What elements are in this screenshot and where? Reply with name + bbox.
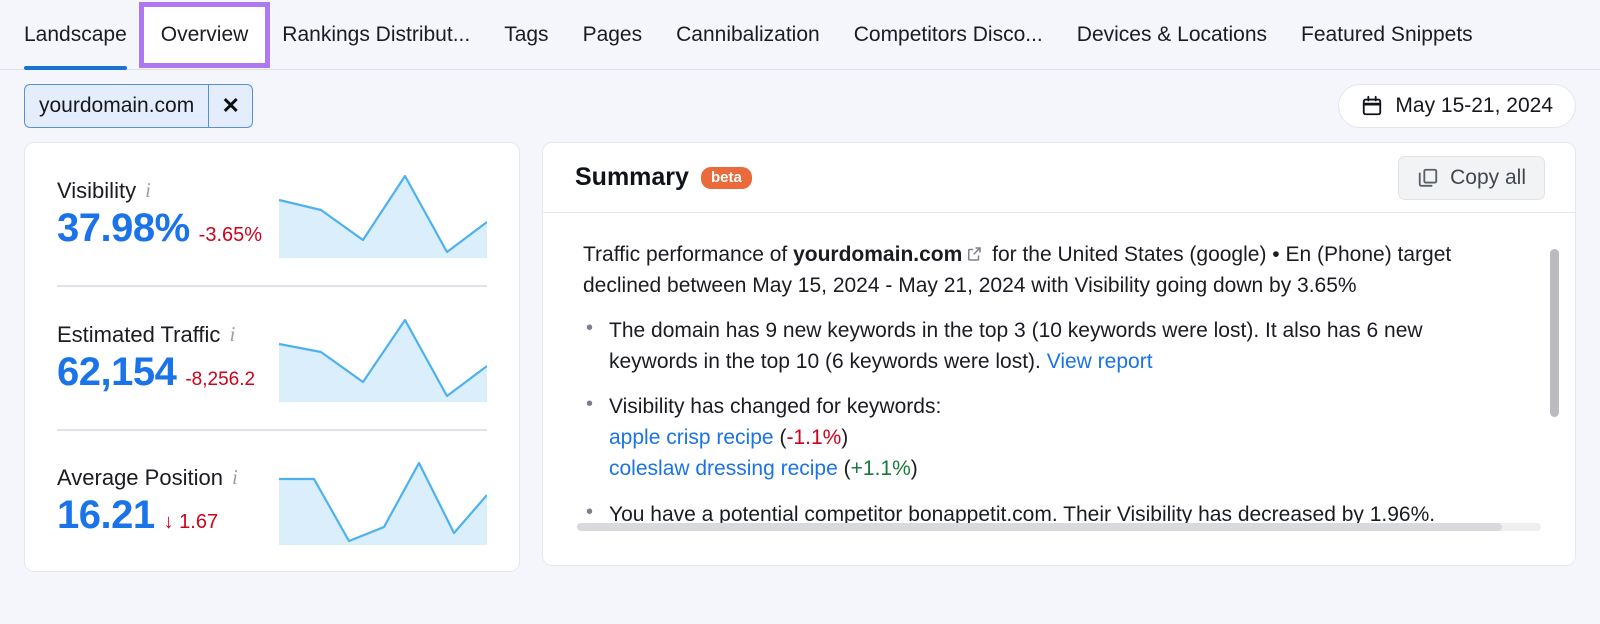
- tab-competitors-discovery[interactable]: Competitors Disco...: [837, 0, 1060, 70]
- tab-label: Devices & Locations: [1076, 22, 1268, 46]
- summary-title: Summary: [575, 163, 689, 191]
- keyword-line: apple crisp recipe (-1.1%): [609, 422, 1515, 453]
- estimated-traffic-sparkline: [279, 318, 487, 402]
- main-content: Visibility i 37.98% -3.65% Estimated Tra…: [0, 142, 1600, 572]
- tab-label: Cannibalization: [676, 22, 820, 46]
- tab-label: Pages: [582, 22, 643, 46]
- bullet-text: The domain has 9 new keywords in the top…: [609, 319, 1423, 374]
- metric-text: Visibility i 37.98% -3.65%: [57, 178, 262, 251]
- bullet-text: Visibility has changed for keywords:: [609, 395, 942, 419]
- metric-title: Visibility i: [57, 178, 262, 204]
- summary-card: Summary beta Copy all Traffic performanc…: [542, 142, 1576, 566]
- tab-pages[interactable]: Pages: [566, 0, 660, 70]
- metric-text: Average Position i 16.21 ↓ 1.67: [57, 465, 238, 538]
- metric-title-label: Visibility: [57, 177, 137, 203]
- tab-landscape[interactable]: Landscape: [24, 0, 144, 70]
- summary-body[interactable]: Traffic performance of yourdomain.com fo…: [543, 213, 1575, 565]
- metric-estimated-traffic[interactable]: Estimated Traffic i 62,154 -8,256.2: [57, 287, 487, 431]
- copy-icon: [1417, 167, 1439, 189]
- metric-title-label: Estimated Traffic: [57, 321, 221, 347]
- summary-intro-paragraph: Traffic performance of yourdomain.com fo…: [583, 239, 1515, 301]
- domain-chip-label: yourdomain.com: [39, 94, 195, 117]
- tab-label: Featured Snippets: [1301, 22, 1473, 46]
- metric-title: Average Position i: [57, 465, 238, 491]
- keyword-link[interactable]: coleslaw dressing recipe: [609, 457, 838, 480]
- list-item: Visibility has changed for keywords: app…: [583, 390, 1515, 484]
- summary-domain: yourdomain.com: [793, 243, 963, 266]
- filter-row: yourdomain.com ✕ May 15-21, 2024: [0, 70, 1600, 142]
- list-item: The domain has 9 new keywords in the top…: [583, 314, 1515, 377]
- metric-delta: -8,256.2: [185, 368, 256, 390]
- tab-devices-locations[interactable]: Devices & Locations: [1060, 0, 1284, 70]
- keyword-change-wrap: (+1.1%): [843, 457, 918, 481]
- view-report-link[interactable]: View report: [1047, 350, 1153, 373]
- info-icon[interactable]: i: [145, 178, 151, 203]
- close-icon[interactable]: ✕: [208, 85, 252, 127]
- summary-vertical-scrollbar[interactable]: [1550, 233, 1559, 555]
- metric-delta: -3.65%: [198, 223, 263, 246]
- date-range-picker[interactable]: May 15-21, 2024: [1338, 84, 1576, 128]
- tab-rankings-distribution[interactable]: Rankings Distribut...: [265, 0, 487, 70]
- metric-visibility[interactable]: Visibility i 37.98% -3.65%: [57, 143, 487, 287]
- metric-value-row: 16.21 ↓ 1.67: [57, 493, 238, 538]
- keyword-change: -1.1%: [786, 426, 842, 450]
- main-tab-bar: Landscape Overview Rankings Distribut...…: [0, 0, 1600, 70]
- tab-featured-snippets[interactable]: Featured Snippets: [1284, 0, 1490, 70]
- tab-label: Tags: [504, 22, 549, 46]
- summary-bullet-list: The domain has 9 new keywords in the top…: [583, 314, 1515, 529]
- metric-average-position[interactable]: Average Position i 16.21 ↓ 1.67: [57, 431, 487, 571]
- tab-label: Overview: [160, 22, 249, 46]
- average-position-sparkline: [279, 461, 487, 545]
- tab-cannibalization[interactable]: Cannibalization: [659, 0, 837, 70]
- date-range-label: May 15-21, 2024: [1395, 94, 1553, 117]
- metric-value-row: 62,154 -8,256.2: [57, 350, 255, 395]
- tab-label: Competitors Disco...: [853, 22, 1043, 46]
- scrollbar-thumb[interactable]: [577, 523, 1503, 531]
- metric-title-label: Average Position: [57, 464, 223, 490]
- tab-label: Rankings Distribut...: [282, 22, 471, 46]
- metric-value: 37.98%: [57, 205, 190, 250]
- summary-title-wrap: Summary beta: [575, 163, 752, 192]
- visibility-sparkline: [279, 174, 487, 258]
- domain-filter-chip[interactable]: yourdomain.com ✕: [24, 84, 254, 128]
- metrics-card: Visibility i 37.98% -3.65% Estimated Tra…: [24, 142, 520, 572]
- tab-label: Landscape: [24, 22, 127, 46]
- keyword-change: +1.1%: [850, 457, 911, 481]
- copy-all-button[interactable]: Copy all: [1398, 155, 1545, 200]
- keyword-change-wrap: (-1.1%): [779, 426, 849, 450]
- summary-intro-before: Traffic performance of: [583, 243, 794, 266]
- external-link-icon[interactable]: [965, 241, 983, 261]
- copy-all-label: Copy all: [1450, 165, 1526, 189]
- info-icon[interactable]: i: [232, 465, 238, 490]
- summary-header: Summary beta Copy all: [543, 143, 1575, 213]
- scrollbar-thumb[interactable]: [1550, 249, 1559, 417]
- metric-delta: ↓ 1.67: [163, 510, 219, 533]
- beta-badge: beta: [700, 166, 752, 189]
- info-icon[interactable]: i: [229, 322, 235, 347]
- metric-value-row: 37.98% -3.65%: [57, 206, 262, 251]
- tab-tags[interactable]: Tags: [487, 0, 565, 70]
- tab-overview[interactable]: Overview: [138, 1, 271, 68]
- metric-value: 16.21: [57, 492, 155, 537]
- keyword-link[interactable]: apple crisp recipe: [609, 426, 774, 449]
- metric-value: 62,154: [57, 349, 177, 394]
- keyword-line: coleslaw dressing recipe (+1.1%): [609, 453, 1515, 484]
- calendar-icon: [1361, 95, 1383, 117]
- metric-text: Estimated Traffic i 62,154 -8,256.2: [57, 322, 255, 395]
- metric-title: Estimated Traffic i: [57, 322, 255, 348]
- summary-horizontal-scrollbar[interactable]: [577, 523, 1541, 531]
